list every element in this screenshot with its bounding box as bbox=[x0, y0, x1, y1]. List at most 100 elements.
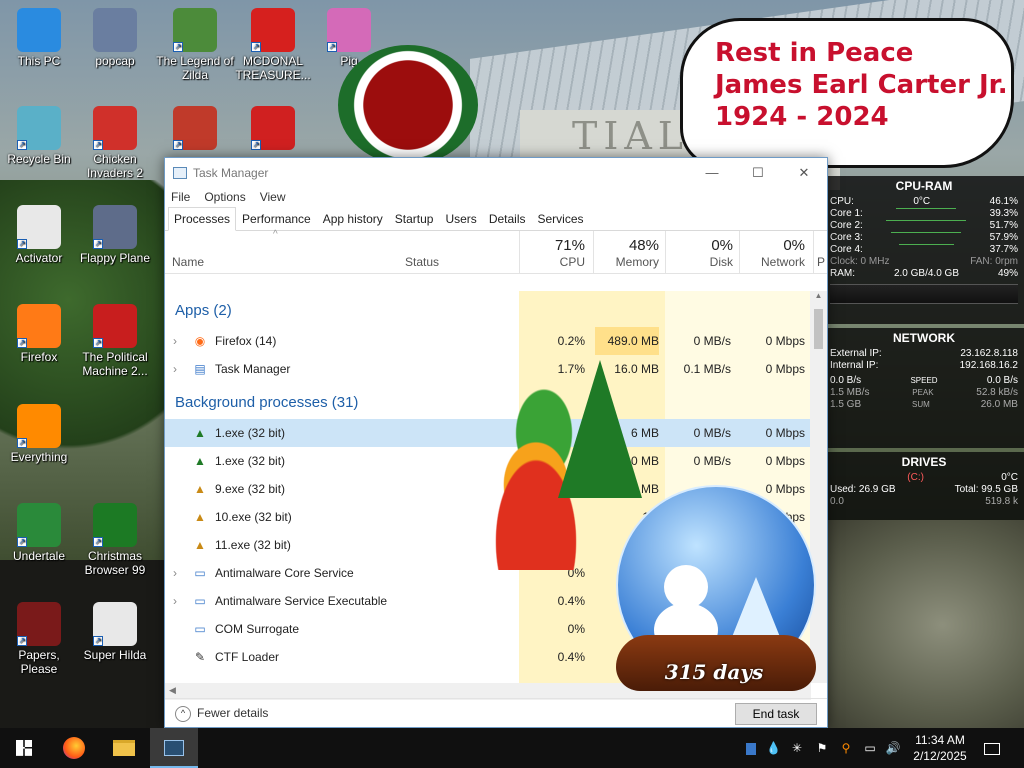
christmas-tree-icon: ▲ bbox=[194, 426, 206, 440]
tray-app-icon[interactable] bbox=[744, 728, 758, 768]
tab-users[interactable]: Users bbox=[439, 207, 482, 230]
process-name: COM Surrogate bbox=[215, 622, 300, 636]
tab-app-history[interactable]: App history bbox=[317, 207, 389, 230]
task-manager-taskbar-icon[interactable] bbox=[150, 728, 198, 768]
days-counter: 315 days bbox=[664, 660, 764, 684]
windows-start-icon[interactable] bbox=[0, 728, 48, 768]
tray-search-icon[interactable]: ⚲ bbox=[838, 728, 854, 768]
memorial-bubble: Rest in Peace James Earl Carter Jr. 1924… bbox=[680, 18, 1014, 168]
desktop-icon[interactable]: ↗ Christmas Browser 99 bbox=[76, 503, 154, 577]
tray-star-icon[interactable]: ✳ bbox=[790, 728, 804, 768]
tab-services[interactable]: Services bbox=[532, 207, 590, 230]
column-status[interactable]: Status bbox=[405, 255, 439, 269]
firefox-taskbar-icon[interactable] bbox=[50, 728, 98, 768]
chevron-right-icon[interactable]: › bbox=[173, 587, 177, 615]
desktop-icon[interactable]: popcap bbox=[76, 8, 154, 68]
sum-label: SUM bbox=[912, 400, 930, 409]
network-total[interactable]: 0% bbox=[743, 237, 805, 254]
service-icon: ▭ bbox=[194, 566, 206, 580]
gadget-title: NETWORK bbox=[893, 331, 955, 345]
desktop-icon[interactable]: ↗ Everything bbox=[0, 404, 78, 464]
desktop-icon[interactable]: ↗ Flappy Plane bbox=[76, 205, 154, 265]
desktop-icon[interactable]: ↗ Recycle Bin bbox=[0, 106, 78, 166]
memory-total[interactable]: 48% bbox=[597, 237, 659, 254]
tab-processes[interactable]: Processes bbox=[168, 207, 237, 231]
tab-startup[interactable]: Startup bbox=[389, 207, 440, 230]
scroll-left-icon[interactable]: ◀ bbox=[169, 685, 176, 696]
process-disk: 0 MB/s bbox=[693, 334, 731, 348]
desktop-icon[interactable]: ↗ Activator bbox=[0, 205, 78, 265]
fewer-details-button[interactable]: ^ Fewer details bbox=[175, 706, 268, 722]
chevron-right-icon[interactable]: › bbox=[173, 355, 177, 383]
desktop-icon[interactable]: ↗ bbox=[156, 106, 234, 152]
plane-icon: ↗ bbox=[93, 205, 137, 249]
scroll-thumb[interactable] bbox=[814, 309, 823, 349]
scroll-up-icon[interactable]: ▲ bbox=[810, 291, 827, 300]
firefox-icon: ◉ bbox=[194, 334, 206, 348]
desktop-icon[interactable]: This PC bbox=[0, 8, 78, 68]
menu-view[interactable]: View bbox=[260, 187, 286, 207]
tab-performance[interactable]: Performance bbox=[236, 207, 317, 230]
column-cpu[interactable]: CPU bbox=[525, 255, 585, 269]
title-bar[interactable]: Task Manager — ☐ ✕ bbox=[165, 158, 827, 187]
column-disk[interactable]: Disk bbox=[671, 255, 733, 269]
menu-bar: File Options View bbox=[165, 187, 827, 207]
disk-total[interactable]: 0% bbox=[671, 237, 733, 254]
process-row[interactable]: › ▤ Task Manager 1.7% 16.0 MB 0.1 MB/s 0 Mbps bbox=[165, 355, 811, 383]
desktop-icon-label: Firefox bbox=[20, 350, 58, 364]
system-clock[interactable]: 11:34 AM 2/12/2025 bbox=[906, 732, 974, 764]
desktop-icon[interactable]: ↗ Chicken Invaders 2 bbox=[76, 106, 154, 180]
chevron-right-icon[interactable]: › bbox=[173, 327, 177, 355]
bubble-line-3: 1924 - 2024 bbox=[715, 102, 889, 132]
network-icon[interactable]: ▭ bbox=[862, 728, 878, 768]
desktop-icon[interactable]: ↗ Super Hilda bbox=[76, 602, 154, 662]
network-gadget: NETWORK External IP: 23.162.8.118 Interna… bbox=[824, 328, 1024, 448]
tray-drop-icon[interactable]: 💧 bbox=[766, 728, 781, 768]
notification-icon[interactable] bbox=[982, 728, 1002, 768]
game-icon: ↗ bbox=[173, 8, 217, 52]
clock-time: 11:34 AM bbox=[915, 733, 965, 747]
bubble-line-1: Rest in Peace bbox=[715, 38, 914, 68]
desktop-icon[interactable]: ↗ bbox=[234, 106, 312, 152]
desktop-icon[interactable]: ↗ MCDONAL TREASURE... bbox=[234, 8, 312, 82]
desktop-icon-label: Recycle Bin bbox=[7, 152, 71, 166]
column-network[interactable]: Network bbox=[743, 255, 805, 269]
desktop-icon[interactable]: ↗ The Political Machine 2... bbox=[76, 304, 154, 378]
cpu-total[interactable]: 71% bbox=[525, 237, 585, 254]
chevron-right-icon[interactable]: › bbox=[173, 559, 177, 587]
desktop-icon[interactable]: ↗ The Legend of Zilda bbox=[156, 8, 234, 82]
desktop-icon[interactable]: ↗ Papers, Please bbox=[0, 602, 78, 676]
file-explorer-icon[interactable] bbox=[100, 728, 148, 768]
desktop-icon-label: Papers, Please bbox=[18, 648, 60, 676]
process-name: Antimalware Core Service bbox=[215, 566, 354, 580]
drive-total: Total: 99.5 GB bbox=[954, 484, 1018, 495]
menu-options[interactable]: Options bbox=[204, 187, 245, 207]
column-memory[interactable]: Memory bbox=[597, 255, 659, 269]
column-power[interactable]: P bbox=[817, 255, 825, 269]
cpu-ram-gadget: CPU-RAM CPU: 0°C 46.1% Core 1: 39.3% Core… bbox=[824, 176, 1024, 324]
column-name[interactable]: Name bbox=[172, 255, 204, 269]
process-network: 0 Mbps bbox=[765, 362, 805, 376]
desktop-icon[interactable]: ↗ Undertale bbox=[0, 503, 78, 563]
maximize-button[interactable]: ☐ bbox=[735, 158, 781, 187]
drive-used: Used: 26.9 GB bbox=[830, 484, 896, 495]
end-task-button[interactable]: End task bbox=[735, 703, 817, 725]
tab-details[interactable]: Details bbox=[483, 207, 532, 230]
process-name: 10.exe (32 bit) bbox=[215, 510, 292, 524]
close-button[interactable]: ✕ bbox=[781, 158, 827, 187]
process-network: 0 Mbps bbox=[765, 426, 805, 440]
speed-label: SPEED bbox=[910, 376, 938, 385]
drive-letter: (C:) bbox=[907, 472, 924, 483]
volume-icon[interactable]: 🔊 bbox=[884, 728, 902, 768]
tray-security-icon[interactable]: ⚑ bbox=[814, 728, 830, 768]
menu-file[interactable]: File bbox=[171, 187, 190, 207]
internal-ip: 192.168.16.2 bbox=[959, 360, 1018, 371]
folder-icon bbox=[93, 8, 137, 52]
process-name: Antimalware Service Executable bbox=[215, 594, 388, 608]
minimize-button[interactable]: — bbox=[689, 158, 735, 187]
clock-speed: Clock: 0 MHz bbox=[830, 256, 890, 267]
process-row[interactable]: › ◉ Firefox (14) 0.2% 489.0 MB 0 MB/s 0 Mbps bbox=[165, 327, 811, 355]
desktop-icon[interactable]: ↗ Firefox bbox=[0, 304, 78, 364]
task-manager-icon: ▤ bbox=[194, 362, 206, 376]
angry-bird-icon: ↗ bbox=[173, 106, 217, 150]
